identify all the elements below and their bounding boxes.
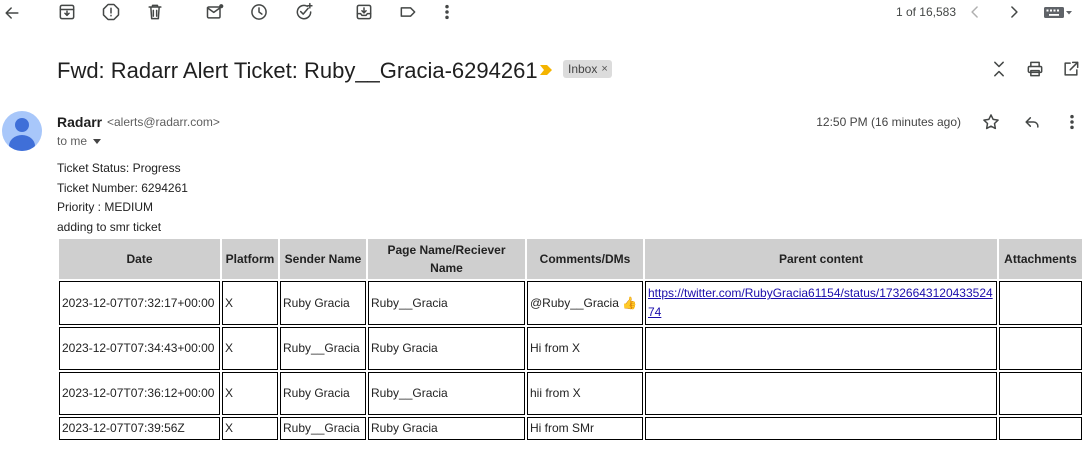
cell-page-name: Ruby__Gracia (368, 372, 525, 415)
reply-icon[interactable] (1020, 110, 1044, 134)
cell-comment: Hi from SMr (527, 417, 643, 440)
table-row: 2023-12-07T07:32:17+00:00 X Ruby Gracia … (59, 281, 1082, 325)
cell-sender-name: Ruby Gracia (280, 281, 366, 325)
more-options-icon[interactable] (1060, 110, 1084, 134)
inbox-label-chip: Inbox × (563, 60, 612, 78)
cell-page-name: Ruby__Gracia (368, 281, 525, 325)
recipient-line: to me (57, 133, 102, 149)
older-chevron-right-icon[interactable] (1002, 0, 1026, 24)
table-row: 2023-12-07T07:36:12+00:00 X Ruby Gracia … (59, 372, 1082, 415)
show-details-chevron-icon[interactable] (93, 138, 102, 144)
delete-icon[interactable] (143, 0, 167, 24)
priority-line: Priority : MEDIUM (57, 200, 153, 215)
email-body: Ticket Status: Progress Ticket Number: 6… (57, 159, 188, 238)
email-timestamp: 12:50 PM (16 minutes ago) (816, 115, 961, 129)
column-header-parent-content: Parent content (645, 239, 997, 279)
add-to-tasks-icon[interactable] (292, 0, 316, 24)
column-header-attachments: Attachments (999, 239, 1082, 279)
sender-name[interactable]: Radarr (57, 113, 102, 131)
cell-attachments (999, 417, 1082, 440)
important-marker-icon[interactable] (539, 63, 553, 77)
ticket-number-line: Ticket Number: 6294261 (57, 180, 188, 195)
report-spam-icon[interactable] (99, 0, 123, 24)
cell-parent-content (645, 372, 997, 415)
note-line: adding to smr ticket (57, 220, 162, 235)
cell-date: 2023-12-07T07:39:56Z (59, 417, 220, 440)
star-icon[interactable] (979, 110, 1003, 134)
print-icon[interactable] (1023, 57, 1047, 81)
recipient-text: to me (57, 134, 88, 148)
move-to-icon[interactable] (352, 0, 376, 24)
cell-attachments (999, 327, 1082, 370)
pager-count: 1 of 16,583 (895, 5, 956, 19)
table-row: 2023-12-07T07:34:43+00:00 X Ruby__Gracia… (59, 327, 1082, 370)
ticket-status-line: Ticket Status: Progress (57, 161, 181, 175)
archive-icon[interactable] (55, 0, 79, 24)
cell-platform: X (222, 372, 278, 415)
cell-date: 2023-12-07T07:34:43+00:00 (59, 327, 220, 370)
cell-date: 2023-12-07T07:36:12+00:00 (59, 372, 220, 415)
parent-content-link[interactable]: https://twitter.com/RubyGracia61154/stat… (648, 286, 993, 319)
cell-parent-content (645, 417, 997, 440)
collapse-all-icon[interactable] (987, 57, 1011, 81)
column-header-date: Date (59, 239, 220, 279)
more-vert-icon[interactable] (435, 0, 459, 24)
cell-page-name: Ruby Gracia (368, 327, 525, 370)
cell-sender-name: Ruby__Gracia (280, 417, 366, 440)
cell-sender-name: Ruby Gracia (280, 372, 366, 415)
column-header-sender-name: Sender Name (280, 239, 366, 279)
cell-parent-content: https://twitter.com/RubyGracia61154/stat… (645, 281, 997, 325)
column-header-comments: Comments/DMs (527, 239, 643, 279)
cell-sender-name: Ruby__Gracia (280, 327, 366, 370)
email-subject: Fwd: Radarr Alert Ticket: Ruby__Gracia-6… (57, 58, 538, 83)
input-tools-keyboard-icon[interactable] (1040, 0, 1076, 24)
mark-unread-icon[interactable] (203, 0, 227, 24)
cell-platform: X (222, 281, 278, 325)
cell-platform: X (222, 417, 278, 440)
table-header-row: Date Platform Sender Name Page Name/Reci… (59, 239, 1082, 279)
cell-page-name: Ruby Gracia (368, 417, 525, 440)
remove-label-icon[interactable]: × (601, 60, 607, 78)
table-row: 2023-12-07T07:39:56Z X Ruby__Gracia Ruby… (59, 417, 1082, 440)
newer-chevron-left-icon[interactable] (963, 0, 987, 24)
label-icon[interactable] (396, 0, 420, 24)
sender-email: <alerts@radarr.com> (107, 115, 220, 129)
label-chip-text: Inbox (568, 62, 598, 76)
avatar[interactable] (2, 111, 42, 151)
cell-date: 2023-12-07T07:32:17+00:00 (59, 281, 220, 325)
ticket-table: Date Platform Sender Name Page Name/Reci… (57, 237, 1084, 442)
back-arrow-icon[interactable] (0, 1, 24, 25)
column-header-page-name: Page Name/Reciever Name (368, 239, 525, 279)
cell-parent-content (645, 327, 997, 370)
open-in-new-window-icon[interactable] (1059, 57, 1083, 81)
cell-comment: @Ruby__Gracia 👍 (527, 281, 643, 325)
column-header-platform: Platform (222, 239, 278, 279)
cell-attachments (999, 372, 1082, 415)
cell-comment: hii from X (527, 372, 643, 415)
cell-platform: X (222, 327, 278, 370)
snooze-icon[interactable] (247, 0, 271, 24)
cell-attachments (999, 281, 1082, 325)
cell-comment: Hi from X (527, 327, 643, 370)
